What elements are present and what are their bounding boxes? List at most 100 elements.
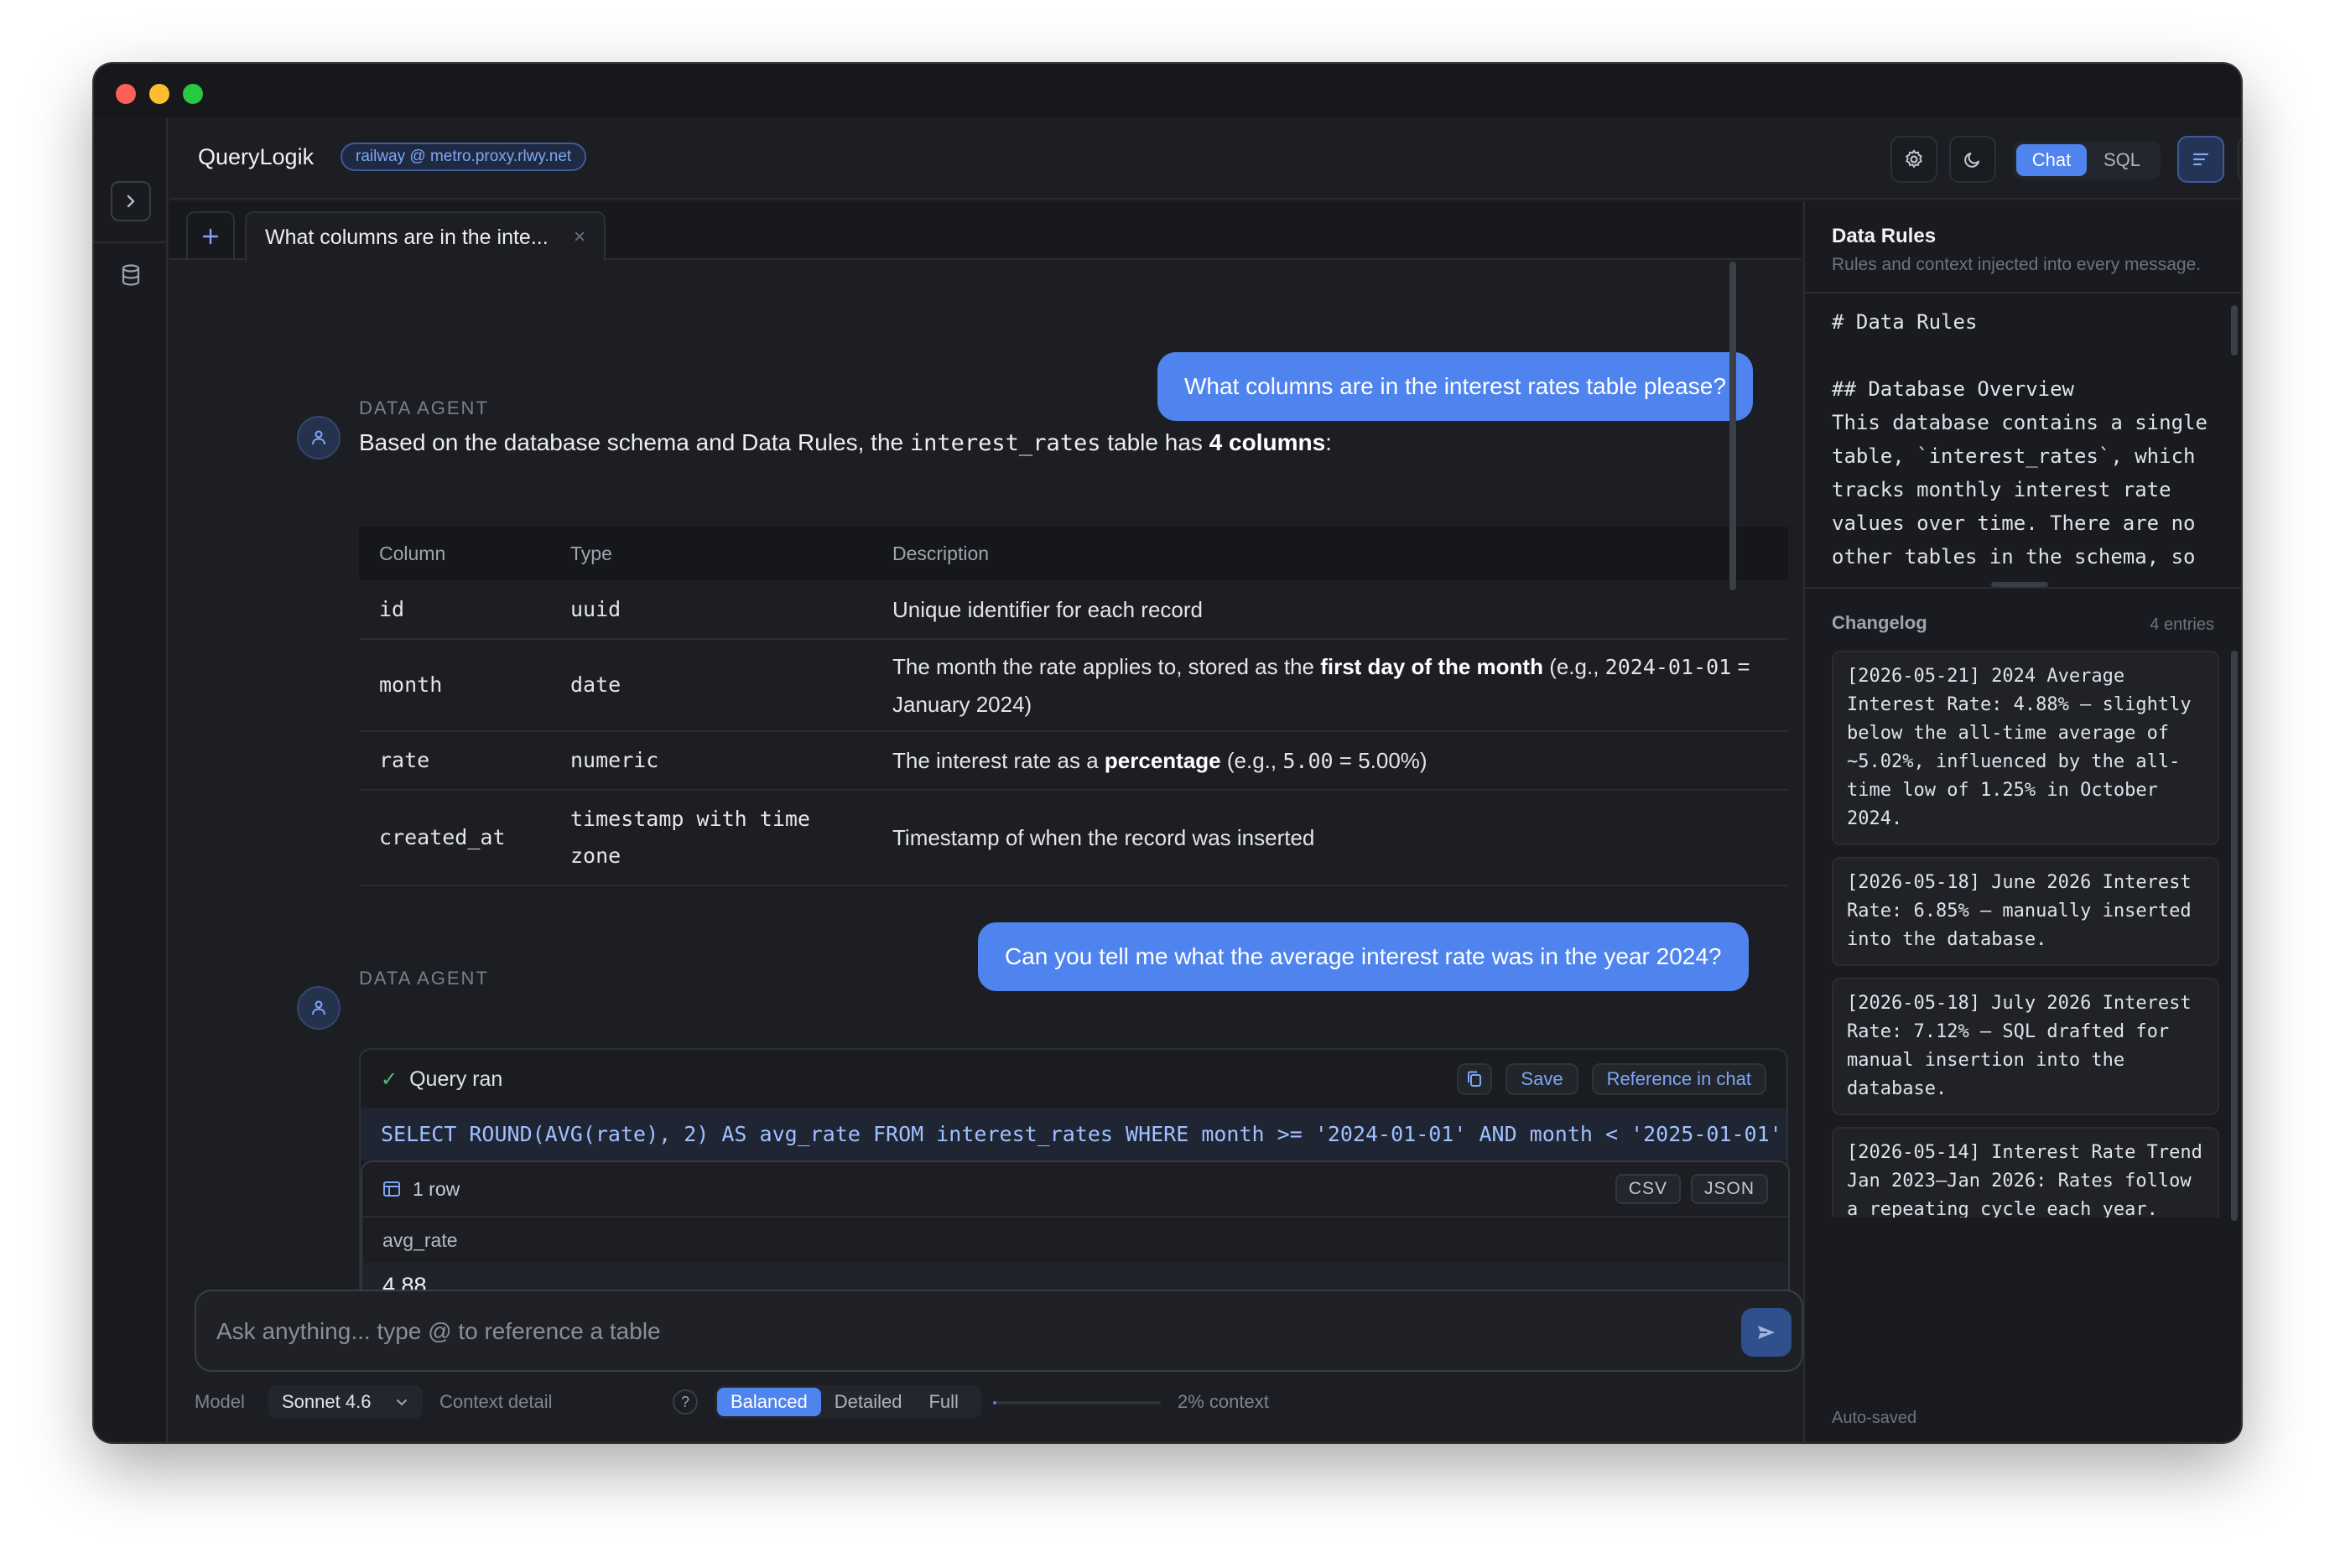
autosave-status: Auto-saved: [1832, 1409, 1917, 1427]
detail-balanced[interactable]: Balanced: [717, 1388, 821, 1416]
resize-handle[interactable]: [1991, 582, 2048, 587]
query-card: ✓ Query ran Save Reference in chat SELEC…: [359, 1048, 1790, 1318]
expand-sidebar-button[interactable]: [111, 181, 151, 221]
type-header: Type: [550, 527, 872, 580]
row-count: 1 row: [413, 1177, 460, 1200]
theme-toggle-button[interactable]: [1949, 136, 1996, 183]
changelog-entry: [2026-05-21] 2024 Average Interest Rate:…: [1832, 651, 2219, 845]
send-icon: [1758, 1326, 1775, 1339]
chat-area: What columns are in the interest rates t…: [169, 262, 1802, 1333]
chat-input[interactable]: [216, 1315, 1684, 1348]
table-icon: [383, 1181, 400, 1197]
chevron-down-icon: [397, 1399, 407, 1406]
moon-icon: [1964, 153, 1979, 168]
left-rail: [94, 117, 168, 1442]
data-rules-panel: Data Rules Rules and context injected in…: [1803, 201, 2241, 1442]
tabs-bar: What columns are in the inte... ×: [169, 201, 1802, 262]
context-usage: 2% context: [1178, 1391, 1269, 1412]
toggle-panel-button[interactable]: [2177, 136, 2224, 183]
model-value: Sonnet 4.6: [282, 1391, 372, 1412]
agent-label: DATA AGENT: [359, 968, 489, 989]
agent-label: DATA AGENT: [359, 397, 489, 418]
check-icon: ✓: [381, 1067, 398, 1091]
close-window-button[interactable]: [116, 84, 136, 104]
cell-type: numeric: [550, 731, 872, 791]
model-label: Model: [195, 1391, 245, 1412]
lines-icon: [2192, 153, 2209, 166]
changelog-entry: [2026-05-14] Interest Rate Trend Jan 202…: [1832, 1127, 2219, 1218]
mode-switch: Chat SQL: [2013, 141, 2161, 179]
context-detail-label: Context detail: [439, 1391, 553, 1412]
gear-icon: [1906, 149, 1922, 168]
copy-button[interactable]: [1457, 1063, 1493, 1095]
chat-scrollbar[interactable]: [1729, 262, 1736, 590]
cell-description: Timestamp of when the record was inserte…: [872, 790, 1788, 886]
data-rules-title: Data Rules: [1832, 225, 1937, 247]
connection-badge[interactable]: railway @ metro.proxy.rlwy.net: [341, 143, 587, 171]
sql-code: SELECT ROUND(AVG(rate), 2) AS avg_rate F…: [361, 1109, 1786, 1160]
agent-avatar: [297, 416, 341, 459]
column-header: Column: [359, 527, 550, 580]
export-json-button[interactable]: JSON: [1690, 1174, 1768, 1204]
user-message: What columns are in the interest rates t…: [1157, 352, 1753, 421]
description-header: Description: [872, 527, 1788, 580]
result-column-header: avg_rate: [382, 1229, 458, 1251]
mode-chat-tab[interactable]: Chat: [2016, 144, 2087, 176]
app-title: QueryLogik: [198, 144, 315, 169]
save-button[interactable]: Save: [1506, 1063, 1578, 1095]
detail-full[interactable]: Full: [915, 1388, 971, 1416]
plus-icon: [202, 228, 219, 245]
context-meter: [993, 1401, 1161, 1404]
schema-table: Column Type Description id uuid Unique i…: [359, 527, 1788, 886]
changelog-scrollbar[interactable]: [2231, 651, 2238, 1221]
detail-detailed[interactable]: Detailed: [821, 1388, 916, 1416]
minimize-window-button[interactable]: [149, 84, 169, 104]
user-icon: [312, 430, 325, 445]
cell-description: The interest rate as a percentage (e.g.,…: [872, 731, 1788, 791]
copy-icon: [1468, 1071, 1482, 1087]
close-button[interactable]: [2238, 136, 2241, 183]
help-button[interactable]: ?: [673, 1389, 698, 1415]
tab-close-button[interactable]: ×: [574, 226, 585, 249]
maximize-window-button[interactable]: [183, 84, 203, 104]
rules-scrollbar[interactable]: [2231, 305, 2238, 356]
tab-label: What columns are in the inte...: [265, 225, 549, 249]
send-button[interactable]: [1741, 1308, 1792, 1357]
mode-sql-tab[interactable]: SQL: [2087, 144, 2157, 176]
data-rules-editor[interactable]: # Data Rules ## Database Overview This d…: [1832, 305, 2226, 580]
cell-column: id: [359, 580, 550, 640]
changelog-title: Changelog: [1832, 612, 1927, 633]
database-icon[interactable]: [117, 258, 144, 292]
table-row: month date The month the rate applies to…: [359, 639, 1788, 732]
cell-column: rate: [359, 731, 550, 791]
app-window: QueryLogik railway @ metro.proxy.rlwy.ne…: [94, 64, 2241, 1442]
cell-description: Unique identifier for each record: [872, 580, 1788, 640]
context-meter-fill: [993, 1401, 996, 1404]
export-csv-button[interactable]: CSV: [1615, 1174, 1681, 1204]
reference-in-chat-button[interactable]: Reference in chat: [1591, 1063, 1766, 1095]
title-bar: [94, 64, 2241, 117]
cell-type: timestamp with time zone: [550, 790, 872, 886]
result-header: 1 row CSV JSON: [362, 1162, 1788, 1218]
data-rules-subtitle: Rules and context injected into every me…: [1832, 255, 2202, 274]
table-row: id uuid Unique identifier for each recor…: [359, 580, 1788, 640]
chat-input-container: [195, 1290, 1803, 1372]
detail-selector: Balanced Detailed Full: [715, 1385, 981, 1419]
settings-button[interactable]: [1890, 136, 1937, 183]
chevron-right-icon: [127, 195, 135, 208]
agent-answer: Based on the database schema and Data Ru…: [359, 429, 1332, 456]
cell-column: created_at: [359, 790, 550, 886]
new-tab-button[interactable]: [186, 211, 235, 260]
table-row: rate numeric The interest rate as a perc…: [359, 731, 1788, 791]
changelog-entry: [2026-05-18] July 2026 Interest Rate: 7.…: [1832, 978, 2219, 1115]
app-header: QueryLogik railway @ metro.proxy.rlwy.ne…: [169, 117, 2241, 200]
user-message: Can you tell me what the average interes…: [978, 922, 1749, 991]
changelog-count: 4 entries: [2150, 615, 2214, 634]
changelog-list: [2026-05-21] 2024 Average Interest Rate:…: [1832, 651, 2219, 1218]
cell-type: date: [550, 639, 872, 732]
changelog-entry: [2026-05-18] June 2026 Interest Rate: 6.…: [1832, 857, 2219, 966]
query-status: Query ran: [409, 1067, 503, 1091]
model-select[interactable]: Sonnet 4.6: [268, 1385, 423, 1419]
tab-conversation[interactable]: What columns are in the inte... ×: [245, 211, 606, 262]
user-icon: [312, 1000, 325, 1015]
